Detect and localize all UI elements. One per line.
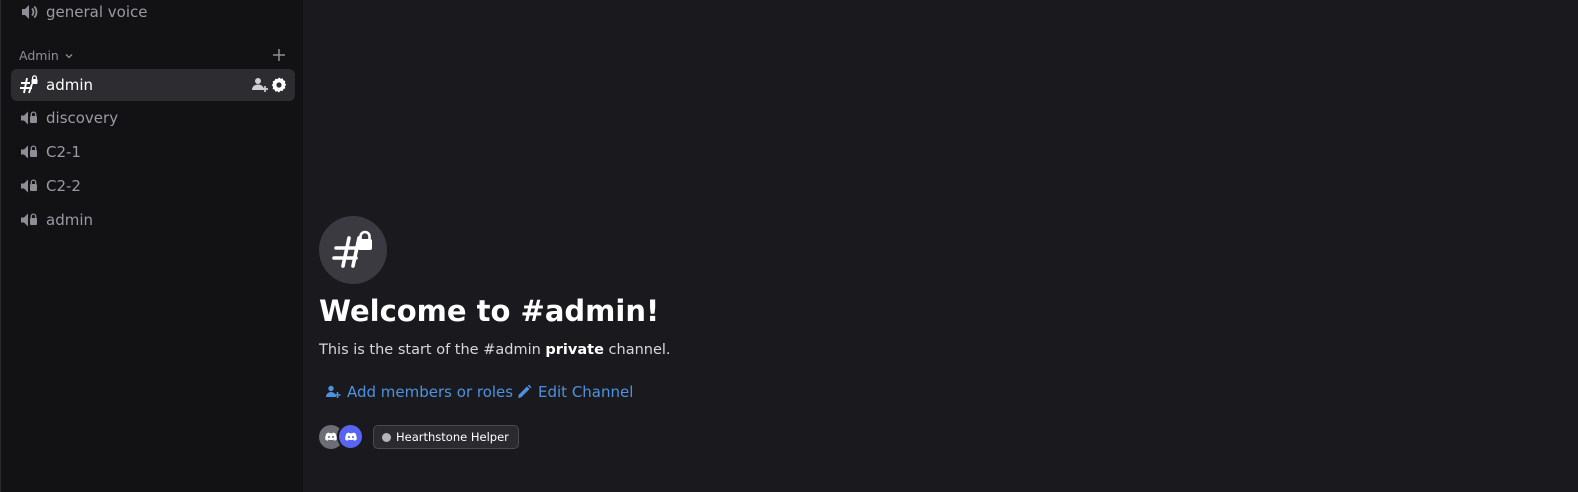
channel-sidebar: general voice Admin admin discovery C2-1… <box>0 0 303 492</box>
add-members-label: Add members or roles <box>347 383 514 401</box>
channel-label: admin <box>46 76 93 94</box>
discord-logo-icon <box>325 432 337 441</box>
settings-gear-icon[interactable] <box>270 76 288 94</box>
locked-text-channel-icon <box>332 230 372 268</box>
channel-discovery-voice[interactable]: discovery <box>11 102 295 134</box>
desc-private: private <box>545 342 604 358</box>
discord-logo-icon <box>344 432 357 441</box>
channel-c2-2-voice[interactable]: C2-2 <box>11 170 295 202</box>
channel-label: discovery <box>46 109 119 127</box>
locked-voice-channel-icon <box>21 179 37 193</box>
channel-hero-avatar <box>319 216 387 284</box>
category-label: Admin <box>19 48 59 63</box>
welcome-title: Welcome to #admin! <box>319 294 660 328</box>
category-admin[interactable]: Admin <box>19 48 75 63</box>
channel-label: C2-1 <box>46 143 81 161</box>
channel-admin-voice[interactable]: admin <box>11 204 295 236</box>
chevron-down-icon <box>65 53 73 58</box>
welcome-description: This is the start of the #admin private … <box>319 340 671 360</box>
locked-voice-channel-icon <box>21 213 37 227</box>
add-channel-icon[interactable] <box>271 47 287 63</box>
locked-text-channel-icon <box>20 75 38 94</box>
bot-avatar[interactable] <box>337 423 364 450</box>
locked-voice-channel-icon <box>21 145 37 159</box>
edit-channel-button[interactable]: Edit Channel <box>516 382 633 402</box>
edit-channel-label: Edit Channel <box>538 383 634 401</box>
chat-main: Welcome to #admin! This is the start of … <box>303 0 1578 492</box>
locked-voice-channel-icon <box>21 111 37 125</box>
desc-prefix: This is the start of the #admin <box>319 342 546 358</box>
channel-admin-text[interactable]: admin <box>11 69 295 101</box>
channel-c2-1-voice[interactable]: C2-1 <box>11 136 295 168</box>
pencil-icon <box>518 384 532 398</box>
channel-general-voice[interactable]: general voice <box>11 0 295 28</box>
invite-members-icon[interactable] <box>251 76 269 94</box>
channel-label: admin <box>46 211 93 229</box>
member-pill[interactable]: Hearthstone Helper <box>373 425 519 449</box>
member-pill-label: Hearthstone Helper <box>396 430 509 444</box>
channel-label: general voice <box>46 3 148 21</box>
add-members-icon <box>326 385 341 398</box>
channel-label: C2-2 <box>46 177 81 195</box>
status-dot <box>382 432 391 442</box>
speaker-icon <box>22 5 38 19</box>
add-members-button[interactable]: Add members or roles <box>325 382 513 402</box>
desc-suffix: channel. <box>603 342 671 358</box>
